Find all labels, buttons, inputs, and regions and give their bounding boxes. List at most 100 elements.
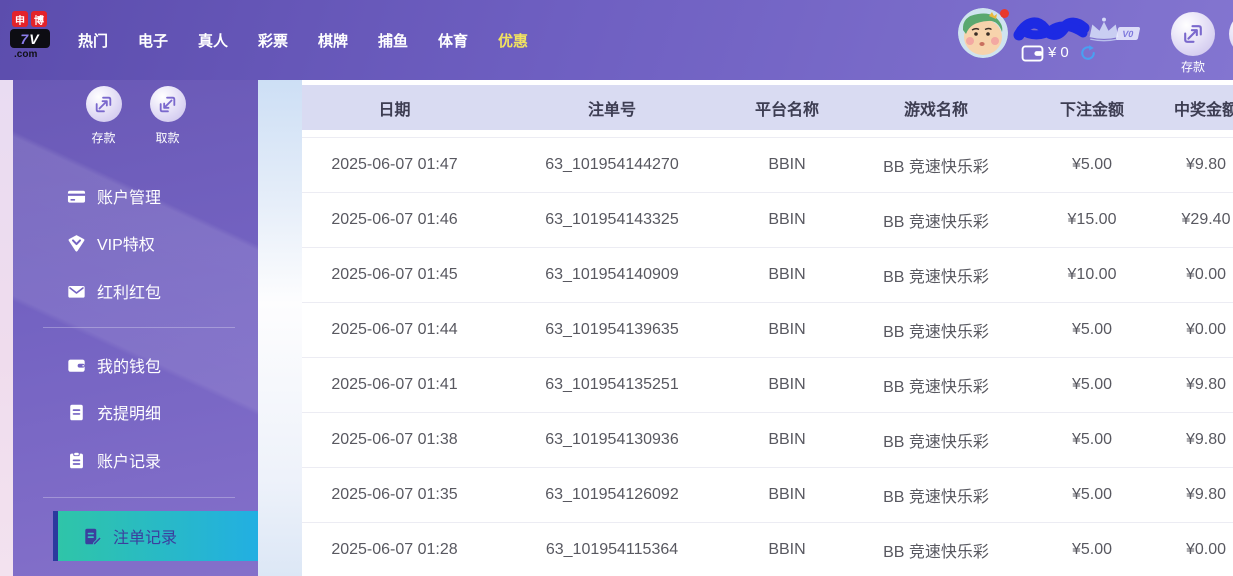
- col-header-bet-no: 注单号: [587, 101, 636, 119]
- sidebar-item-card[interactable]: 账户管理: [13, 180, 258, 212]
- nav-item-3[interactable]: 真人: [198, 30, 228, 51]
- col-header-platform: 平台名称: [754, 101, 819, 119]
- cell-date: 2025-06-07 01:28: [331, 541, 458, 558]
- col-header-win-amount: 中奖金额: [1173, 101, 1233, 119]
- cell-game: BB 竞速快乐彩: [883, 159, 989, 176]
- cell-bet-no: 63_101954135251: [545, 376, 679, 393]
- table-row: 2025-06-07 01:46 63_101954143325 BBIN BB 竞速…: [302, 192, 1233, 247]
- nav-item-2[interactable]: 电子: [138, 30, 168, 51]
- refresh-balance-icon[interactable]: [1079, 44, 1097, 62]
- cell-bet-amount: ¥10.00: [1067, 266, 1117, 283]
- cell-bet-no: 63_101954143325: [545, 211, 679, 228]
- vip-badge-icon: [67, 234, 86, 253]
- table-row: 2025-06-07 01:45 63_101954140909 BBIN BB 竞速…: [302, 247, 1233, 302]
- sidebar-item-statement[interactable]: 充提明细: [13, 396, 258, 428]
- cell-bet-amount: ¥5.00: [1071, 541, 1113, 558]
- cell-win-amount: ¥0.00: [1185, 266, 1227, 283]
- cell-date: 2025-06-07 01:46: [331, 211, 458, 228]
- cell-platform: BBIN: [768, 156, 806, 173]
- sidebar-item-report[interactable]: 个人报表: [13, 568, 258, 576]
- col-header-game: 游戏名称: [903, 101, 968, 119]
- col-header-bet-amount: 下注金额: [1059, 101, 1124, 119]
- withdraw-arrow-icon: [149, 86, 186, 122]
- partial-edge-button[interactable]: [1229, 12, 1233, 56]
- sidebar-item-label: 我的钱包: [97, 359, 162, 376]
- cell-bet-amount: ¥5.00: [1071, 321, 1113, 338]
- nav-item-1[interactable]: 热门: [78, 30, 108, 51]
- nav-item-8[interactable]: 优惠: [498, 30, 528, 51]
- quick-action-label: 取款: [155, 131, 180, 145]
- cell-win-amount: ¥9.80: [1185, 431, 1227, 448]
- nav-item-5[interactable]: 棋牌: [318, 30, 348, 51]
- cell-game: BB 竞速快乐彩: [883, 434, 989, 451]
- deposit-arrow-icon: [85, 86, 122, 122]
- topbar-deposit-label: 存款: [1180, 60, 1205, 74]
- cell-win-amount: ¥9.80: [1185, 376, 1227, 393]
- cell-date: 2025-06-07 01:38: [331, 431, 458, 448]
- balance-value: 0: [1060, 44, 1069, 61]
- cell-date: 2025-06-07 01:45: [331, 266, 458, 283]
- site-logo[interactable]: 申 博 7V .com: [10, 11, 68, 60]
- cell-platform: BBIN: [768, 266, 806, 283]
- balance-symbol: ¥: [1048, 44, 1057, 61]
- logo-badge-right: 博: [31, 11, 47, 27]
- logo-tld: .com: [14, 49, 38, 60]
- sidebar-divider: [43, 327, 235, 328]
- table-row: 2025-06-07 01:44 63_101954139635 BBIN BB 竞速…: [302, 302, 1233, 357]
- sidebar-item-clipboard[interactable]: 账户记录: [13, 444, 258, 476]
- cell-bet-no: 63_101954139635: [545, 321, 679, 338]
- wallet-icon: [67, 356, 86, 375]
- cell-win-amount: ¥0.00: [1185, 321, 1227, 338]
- table-body: 2025-06-07 01:47 63_101954144270 BBIN BB 竞速…: [302, 137, 1233, 576]
- nav-item-4[interactable]: 彩票: [258, 30, 288, 51]
- notification-dot: [1000, 9, 1009, 18]
- col-header-date: 日期: [378, 101, 411, 119]
- cell-platform: BBIN: [768, 486, 806, 503]
- cell-bet-no: 63_101954130936: [545, 431, 679, 448]
- cell-date: 2025-06-07 01:35: [331, 486, 458, 503]
- cell-game: BB 竞速快乐彩: [883, 324, 989, 341]
- sidebar-item-bet-record-active[interactable]: 注单记录: [53, 511, 258, 561]
- cell-bet-no: 63_101954126092: [545, 486, 679, 503]
- quick-action-withdraw[interactable]: 取款: [149, 86, 186, 146]
- table-row: 2025-06-07 01:28 63_101954115364 BBIN BB 竞速…: [302, 522, 1233, 576]
- nav-item-6[interactable]: 捕鱼: [378, 30, 408, 51]
- cell-game: BB 竞速快乐彩: [883, 269, 989, 286]
- cell-platform: BBIN: [768, 211, 806, 228]
- sidebar-item-wallet[interactable]: 我的钱包: [13, 349, 258, 381]
- cell-platform: BBIN: [768, 376, 806, 393]
- main-content: 日期 注单号 平台名称 游戏名称 下注金额 中奖金额 2025-06-07 01:47 63…: [258, 80, 1233, 576]
- records-table: 日期 注单号 平台名称 游戏名称 下注金额 中奖金额 2025-06-07 01:47 63…: [302, 85, 1233, 576]
- cell-platform: BBIN: [768, 431, 806, 448]
- cell-platform: BBIN: [768, 541, 806, 558]
- page-bg-left-strip: [0, 80, 13, 576]
- sidebar-item-red-envelope[interactable]: 红利红包: [13, 275, 258, 307]
- cell-game: BB 竞速快乐彩: [883, 379, 989, 396]
- cell-date: 2025-06-07 01:47: [331, 156, 458, 173]
- logo-box: 7V: [10, 29, 50, 48]
- sidebar-item-label: VIP特权: [97, 237, 155, 254]
- balance-display: ¥ 0: [1048, 44, 1069, 61]
- quick-action-deposit[interactable]: 存款: [85, 86, 122, 146]
- cell-date: 2025-06-07 01:44: [331, 321, 458, 338]
- vip-level-badge: V0: [1115, 27, 1141, 40]
- logo-badges: 申 博: [12, 11, 68, 27]
- table-row: 2025-06-07 01:47 63_101954144270 BBIN BB 竞速…: [302, 137, 1233, 192]
- top-nav-items: 热门 电子 真人 彩票 棋牌 捕鱼 体育 优惠: [78, 0, 528, 80]
- cell-date: 2025-06-07 01:41: [331, 376, 458, 393]
- topbar-deposit-button[interactable]: [1171, 12, 1215, 56]
- app-screen: 申 博 7V .com 热门 电子 真人 彩票 棋牌 捕鱼 体育 优惠 ¥ 0 …: [0, 0, 1233, 576]
- sidebar-item-label: 账户管理: [97, 190, 162, 207]
- cell-win-amount: ¥0.00: [1185, 541, 1227, 558]
- cell-bet-no: 63_101954115364: [545, 541, 679, 558]
- red-envelope-icon: [67, 282, 86, 301]
- cell-win-amount: ¥9.80: [1185, 156, 1227, 173]
- sidebar-item-vip-badge[interactable]: VIP特权: [13, 227, 258, 259]
- table-row: 2025-06-07 01:41 63_101954135251 BBIN BB 竞速…: [302, 357, 1233, 412]
- table-header-row: 日期 注单号 平台名称 游戏名称 下注金额 中奖金额: [302, 85, 1233, 130]
- nav-item-7[interactable]: 体育: [438, 30, 468, 51]
- cell-bet-no: 63_101954140909: [545, 266, 679, 283]
- cell-bet-no: 63_101954144270: [545, 156, 679, 173]
- wallet-icon: [1021, 45, 1044, 62]
- main-bg-blue-strip: [258, 80, 302, 576]
